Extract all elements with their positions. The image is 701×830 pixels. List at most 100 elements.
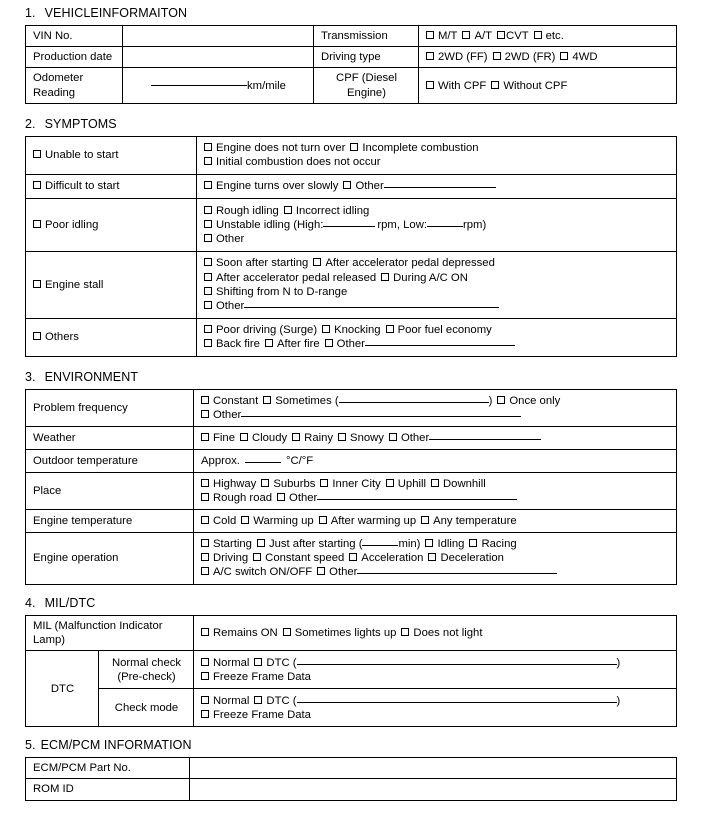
checkbox-other[interactable]: [204, 233, 212, 242]
checkbox-poor-fuel-economy[interactable]: [385, 325, 394, 334]
other-fill-rule[interactable]: [244, 298, 500, 309]
checkbox-deceleration[interactable]: [428, 553, 437, 562]
checkbox-during-ac-on[interactable]: [381, 272, 390, 281]
checkbox-rainy[interactable]: [292, 432, 301, 441]
other-fill-rule[interactable]: [429, 430, 542, 440]
other-fill-rule[interactable]: [383, 178, 496, 189]
odometer-fill-rule[interactable]: [151, 76, 248, 86]
other-fill-rule[interactable]: [357, 564, 558, 575]
checkbox-ac-switch-on-off[interactable]: [201, 567, 209, 576]
rom-id-input[interactable]: [189, 778, 677, 801]
checkbox-other[interactable]: [324, 339, 333, 348]
checkbox-acceleration[interactable]: [349, 553, 358, 562]
checkbox-just-after-starting[interactable]: [256, 539, 265, 547]
symptom-poor-idling[interactable]: Poor idling: [25, 197, 197, 252]
dtc-fill-rule[interactable]: [296, 693, 617, 703]
checkbox-2wd-ff[interactable]: [426, 52, 434, 61]
checkbox-mt[interactable]: [426, 31, 434, 39]
idle-low-fill-rule[interactable]: [427, 217, 463, 227]
checkbox-idling[interactable]: [425, 539, 434, 547]
checkbox-incorrect-idling[interactable]: [283, 205, 292, 214]
checkbox-4wd[interactable]: [560, 52, 569, 61]
checkbox-uphill[interactable]: [385, 478, 394, 487]
symptom-others[interactable]: Others: [25, 317, 197, 357]
checkbox-other[interactable]: [204, 301, 212, 310]
checkbox-inner-city[interactable]: [320, 478, 329, 487]
checkbox-downhill[interactable]: [431, 478, 440, 487]
checkbox-after-accelerator-pedal-released[interactable]: [204, 272, 212, 281]
checkbox-warming-up[interactable]: [241, 515, 250, 524]
production-date-input[interactable]: [122, 46, 314, 69]
checkbox-engine-stall[interactable]: [33, 279, 41, 288]
checkbox-suburbs[interactable]: [261, 478, 270, 487]
checkbox-poor-driving-surge[interactable]: [204, 325, 212, 334]
checkbox-other[interactable]: [388, 432, 397, 441]
checkbox-racing[interactable]: [469, 539, 478, 547]
checkbox-initial-combustion-does-not-occur[interactable]: [204, 157, 212, 166]
checkbox-freeze-frame-data[interactable]: [201, 671, 210, 680]
checkbox-unstable-idling[interactable]: [204, 219, 212, 228]
checkbox-highway[interactable]: [201, 478, 209, 487]
checkbox-engine-does-not-turn-over[interactable]: [204, 143, 212, 152]
checkbox-knocking[interactable]: [322, 325, 331, 334]
minutes-fill-rule[interactable]: [362, 536, 399, 546]
checkbox-constant[interactable]: [201, 395, 209, 404]
checkbox-sometimes-lights-up[interactable]: [282, 627, 291, 636]
checkbox-2wd-fr[interactable]: [492, 52, 501, 61]
checkbox-cvt[interactable]: [497, 31, 506, 39]
checkbox-incomplete-combustion[interactable]: [350, 143, 359, 152]
symptom-engine-stall[interactable]: Engine stall: [25, 250, 197, 319]
checkbox-cloudy[interactable]: [239, 432, 248, 441]
checkbox-remains-on[interactable]: [201, 627, 210, 636]
other-fill-rule[interactable]: [317, 490, 518, 500]
checkbox-dtc[interactable]: [254, 695, 263, 704]
checkbox-rough-road[interactable]: [201, 492, 209, 501]
other-fill-rule[interactable]: [241, 407, 522, 417]
other-fill-rule[interactable]: [364, 336, 515, 347]
checkbox-other[interactable]: [201, 409, 209, 418]
checkbox-at[interactable]: [462, 31, 471, 39]
checkbox-driving[interactable]: [201, 553, 209, 562]
checkbox-constant-speed[interactable]: [253, 553, 262, 562]
idle-high-fill-rule[interactable]: [323, 217, 376, 227]
checkbox-any-temperature[interactable]: [421, 515, 430, 524]
checkbox-normal[interactable]: [201, 695, 210, 704]
checkbox-dtc[interactable]: [254, 657, 263, 666]
checkbox-freeze-frame-data[interactable]: [201, 709, 210, 718]
checkbox-other[interactable]: [277, 492, 286, 501]
checkbox-other[interactable]: [343, 181, 352, 190]
checkbox-after-accelerator-pedal-depressed[interactable]: [313, 258, 322, 267]
checkbox-poor-idling[interactable]: [33, 219, 41, 228]
place-label: Place: [25, 471, 194, 510]
checkbox-etc[interactable]: [533, 31, 542, 39]
checkbox-shifting-n-to-d[interactable]: [204, 286, 212, 295]
checkbox-fine[interactable]: [201, 432, 209, 441]
vin-input[interactable]: [122, 24, 314, 48]
checkbox-after-warming-up[interactable]: [318, 515, 327, 524]
checkbox-starting[interactable]: [201, 539, 209, 547]
checkbox-soon-after-starting[interactable]: [204, 258, 212, 267]
checkbox-after-fire[interactable]: [264, 339, 273, 348]
symptom-unable-to-start[interactable]: Unable to start: [25, 135, 197, 175]
sometimes-fill-rule[interactable]: [338, 393, 489, 403]
checkbox-normal[interactable]: [201, 657, 210, 666]
checkbox-others[interactable]: [33, 332, 41, 341]
checkbox-with-cpf[interactable]: [426, 80, 434, 89]
checkbox-engine-turns-over-slowly[interactable]: [204, 181, 212, 190]
checkbox-without-cpf[interactable]: [491, 80, 500, 89]
dtc-fill-rule[interactable]: [296, 655, 617, 665]
checkbox-once-only[interactable]: [497, 395, 506, 404]
symptom-difficult-to-start[interactable]: Difficult to start: [25, 173, 197, 199]
odometer-input[interactable]: km/mile: [122, 67, 314, 104]
checkbox-rough-idling[interactable]: [204, 205, 212, 214]
checkbox-difficult-to-start[interactable]: [33, 181, 41, 190]
checkbox-sometimes[interactable]: [263, 395, 272, 404]
checkbox-snowy[interactable]: [338, 432, 347, 441]
checkbox-unable-to-start[interactable]: [33, 150, 41, 159]
temperature-fill-rule[interactable]: [244, 453, 281, 463]
ecm-pcm-part-no-input[interactable]: [189, 757, 677, 780]
checkbox-other[interactable]: [317, 567, 326, 576]
checkbox-back-fire[interactable]: [204, 339, 212, 348]
checkbox-does-not-light[interactable]: [401, 627, 410, 636]
checkbox-cold[interactable]: [201, 515, 209, 524]
